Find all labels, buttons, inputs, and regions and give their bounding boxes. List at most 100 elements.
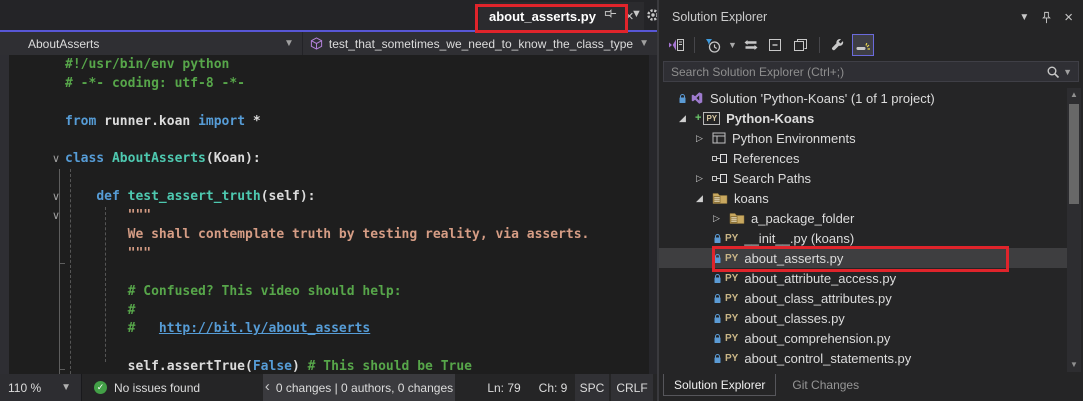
- code-line[interactable]: ∨ def test_assert_truth(self):: [0, 188, 647, 207]
- code-line[interactable]: [0, 94, 647, 113]
- package-folder-icon: [712, 192, 728, 204]
- tree-item-about-class-attributes-py[interactable]: PY about_class_attributes.py: [659, 288, 1067, 308]
- search-icon[interactable]: [1046, 65, 1060, 79]
- editor-navigation-bar: AboutAsserts ▼ test_that_sometimes_we_ne…: [0, 30, 657, 55]
- code-token: #: [65, 302, 136, 318]
- changes-status[interactable]: ‹ 0 changes | 0 authors, 0 changes: [263, 374, 455, 401]
- code-line[interactable]: # Confused? This video should help:: [0, 283, 647, 302]
- line-ending-indicator[interactable]: CRLF: [611, 374, 653, 401]
- code-line[interactable]: # -*- coding: utf-8 -*-: [0, 75, 647, 94]
- pin-icon[interactable]: [1041, 11, 1052, 24]
- collapse-all-icon[interactable]: [765, 34, 787, 56]
- type-dropdown-value: AboutAsserts: [28, 36, 100, 51]
- tab-solution-explorer[interactable]: Solution Explorer: [663, 374, 777, 396]
- code-line[interactable]: [0, 132, 647, 151]
- code-line[interactable]: #: [0, 302, 647, 321]
- tree-item-about-classes-py[interactable]: PY about_classes.py: [659, 308, 1067, 328]
- expand-arrow-icon[interactable]: ▷: [696, 133, 712, 144]
- fold-chevron-icon[interactable]: ∨: [52, 188, 60, 207]
- tree-item-koans[interactable]: ◢ koans: [659, 188, 1067, 208]
- code-token: *: [245, 113, 261, 129]
- tree-scrollbar[interactable]: ▲ ▼: [1067, 88, 1081, 372]
- fold-chevron-icon[interactable]: ∨: [52, 207, 60, 226]
- fold-chevron-icon[interactable]: ∨: [52, 150, 60, 169]
- code-line[interactable]: [0, 169, 647, 188]
- expand-arrow-icon[interactable]: ▷: [696, 173, 712, 184]
- sync-with-active-document-icon[interactable]: [740, 34, 762, 56]
- tree-item-solution-python-koans-1-of-1-project[interactable]: Solution 'Python-Koans' (1 of 1 project): [659, 88, 1067, 108]
- code-token: AboutAsserts: [111, 151, 206, 167]
- code-token: """: [65, 245, 152, 261]
- solution-tree: Solution 'Python-Koans' (1 of 1 project)…: [659, 88, 1067, 373]
- expand-arrow-icon[interactable]: ▷: [713, 213, 729, 224]
- properties-icon[interactable]: [827, 34, 849, 56]
- code-line[interactable]: #!/usr/bin/env python: [0, 56, 647, 75]
- code-token: def: [96, 189, 120, 205]
- tree-item-python-koans[interactable]: ◢ + PY Python-Koans: [659, 108, 1067, 128]
- window-position-dropdown-icon[interactable]: ▼: [1019, 12, 1029, 23]
- lock-icon: [713, 353, 722, 364]
- lock-icon: [678, 93, 687, 104]
- scroll-up-icon[interactable]: ▲: [1067, 88, 1081, 102]
- code-line[interactable]: [0, 264, 647, 283]
- code-line[interactable]: ∨ class AboutAsserts(Koan):: [0, 150, 647, 169]
- tree-item-search-paths[interactable]: ▷ Search Paths: [659, 168, 1067, 188]
- type-dropdown[interactable]: AboutAsserts ▼: [0, 32, 303, 55]
- editor-scrollbar[interactable]: [649, 55, 657, 374]
- tab-about-asserts-py[interactable]: about_asserts.py ×: [479, 2, 644, 30]
- close-icon[interactable]: ×: [1064, 9, 1073, 26]
- code-line[interactable]: # http://bit.ly/about_asserts: [0, 320, 647, 339]
- pending-changes-filter-icon[interactable]: [702, 34, 724, 56]
- code-editor[interactable]: #!/usr/bin/env python # -*- coding: utf-8…: [0, 55, 657, 374]
- chevron-down-icon: ▼: [639, 38, 649, 49]
- tree-item-label: Python-Koans: [726, 110, 815, 126]
- code-line[interactable]: ∨ """: [0, 207, 647, 226]
- code-line[interactable]: from runner.koan import *: [0, 113, 647, 132]
- line-indicator[interactable]: Ln: 79: [478, 374, 530, 401]
- code-line[interactable]: """: [0, 245, 647, 264]
- tree-item-references[interactable]: References: [659, 148, 1067, 168]
- member-dropdown-value: test_that_sometimes_we_need_to_know_the_…: [328, 36, 634, 51]
- tree-item-label: a_package_folder: [751, 210, 855, 226]
- code-token: """: [65, 208, 152, 224]
- tab-git-changes[interactable]: Git Changes: [782, 374, 869, 396]
- panel-title: Solution Explorer: [672, 10, 768, 24]
- pin-icon[interactable]: [604, 7, 617, 25]
- column-indicator[interactable]: Ch: 9: [532, 374, 574, 401]
- tree-item-python-environments[interactable]: ▷ Python Environments: [659, 128, 1067, 148]
- switch-views-icon[interactable]: [665, 34, 687, 56]
- code-token: We shall contemplate truth by testing re…: [65, 227, 590, 243]
- code-link[interactable]: http://bit.ly/about_asserts: [159, 321, 370, 336]
- track-active-item-icon[interactable]: [851, 34, 874, 56]
- code-line[interactable]: We shall contemplate truth by testing re…: [0, 226, 647, 245]
- lock-icon: [713, 273, 722, 284]
- search-box[interactable]: ▼: [663, 61, 1079, 82]
- tree-item-a-package-folder[interactable]: ▷ a_package_folder: [659, 208, 1067, 228]
- spaces-indicator[interactable]: SPC: [575, 374, 609, 401]
- issues-status[interactable]: ✓ No issues found: [94, 374, 200, 401]
- code-line[interactable]: [0, 339, 647, 358]
- search-input[interactable]: [664, 64, 1047, 79]
- collapse-arrow-icon[interactable]: ◢: [679, 113, 695, 124]
- lock-icon: [713, 293, 722, 304]
- line-ending-indicator-label: CRLF: [616, 380, 648, 395]
- scroll-down-icon[interactable]: ▼: [1067, 358, 1081, 372]
- tree-item-init-py-koans[interactable]: PY __init__.py (koans): [659, 228, 1067, 248]
- code-line[interactable]: self.assertTrue(False) # This should be …: [0, 358, 647, 374]
- scrollbar-thumb[interactable]: [1069, 104, 1079, 204]
- collapse-arrow-icon[interactable]: ◢: [696, 193, 712, 204]
- member-dropdown[interactable]: test_that_sometimes_we_need_to_know_the_…: [303, 32, 657, 55]
- tree-item-about-control-statements-py[interactable]: PY about_control_statements.py: [659, 348, 1067, 368]
- method-cube-icon: [310, 37, 323, 50]
- tree-item-about-asserts-py[interactable]: PY about_asserts.py: [659, 248, 1067, 268]
- chevron-down-icon: ▼: [61, 382, 72, 393]
- tree-item-label: References: [733, 150, 800, 166]
- tree-item-about-attribute-access-py[interactable]: PY about_attribute_access.py: [659, 268, 1067, 288]
- tree-item-label: about_asserts.py: [744, 250, 844, 266]
- zoom-control[interactable]: 110 % ▼: [0, 374, 82, 401]
- chevron-down-icon[interactable]: ▼: [728, 40, 737, 50]
- show-all-files-icon[interactable]: [790, 34, 812, 56]
- chevron-down-icon[interactable]: ▼: [631, 8, 642, 20]
- chevron-down-icon[interactable]: ▼: [1063, 67, 1072, 77]
- tree-item-about-comprehension-py[interactable]: PY about_comprehension.py: [659, 328, 1067, 348]
